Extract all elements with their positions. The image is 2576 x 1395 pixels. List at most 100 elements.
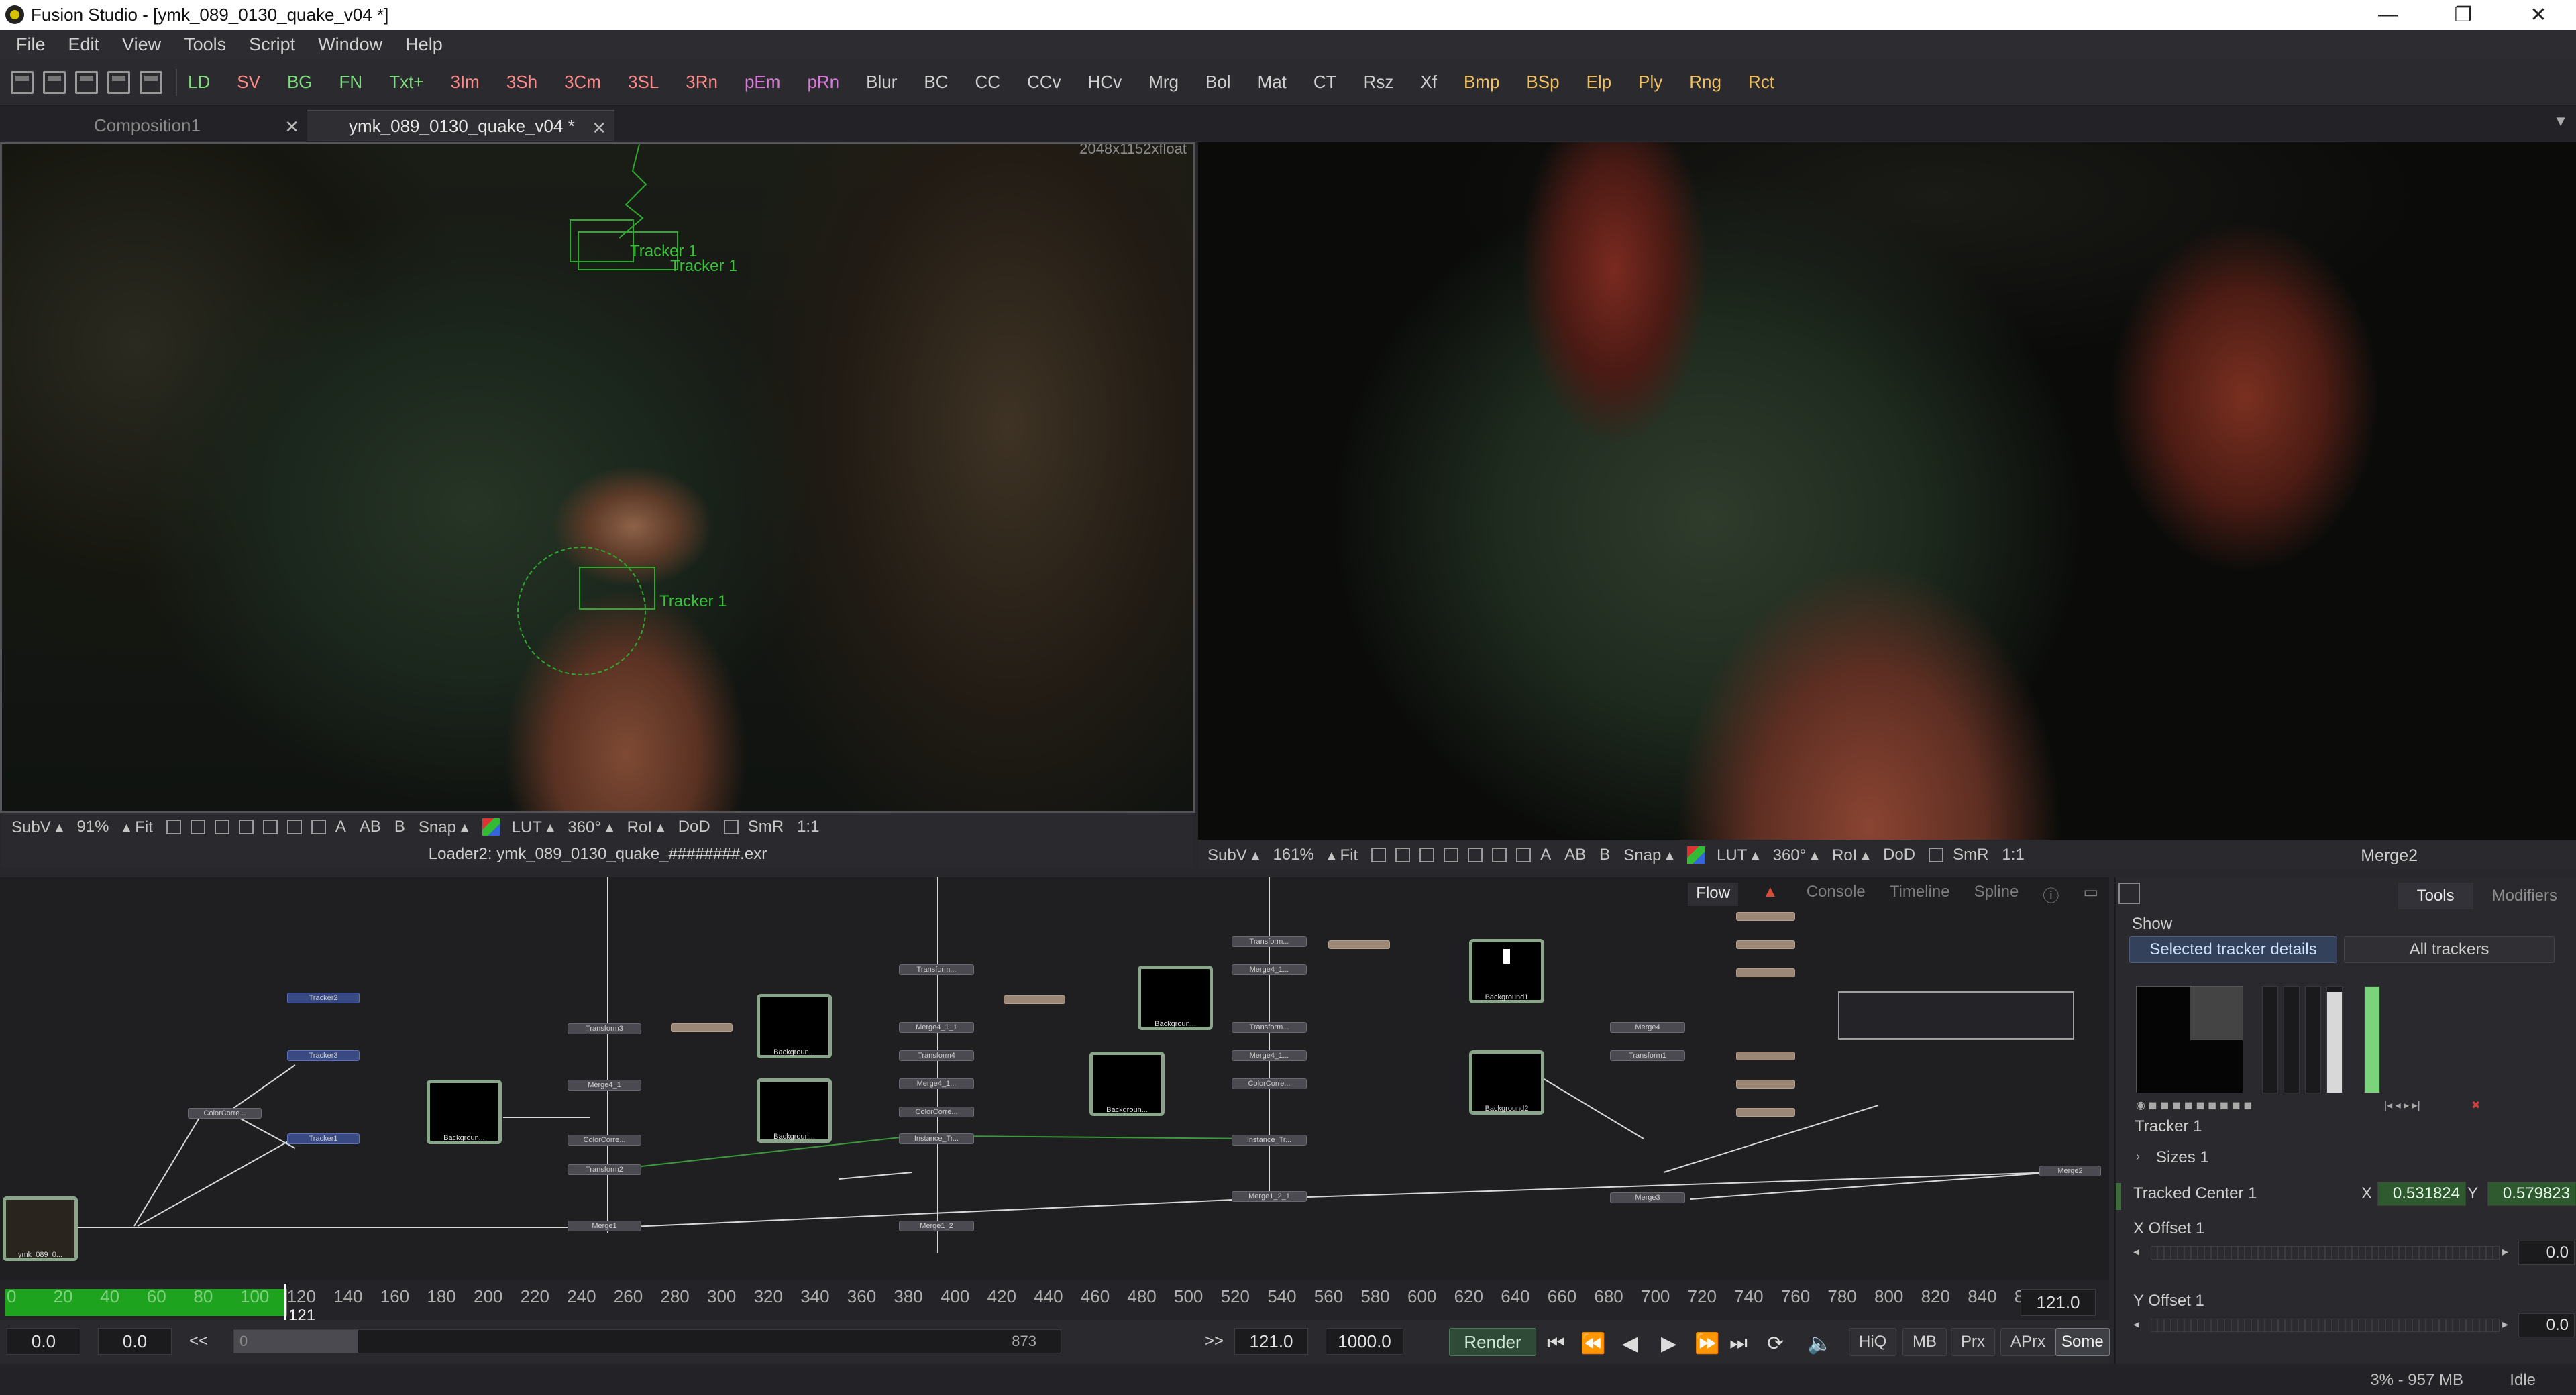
tool-button-3rn[interactable]: 3Rn: [686, 72, 718, 93]
lut-dropdown[interactable]: LUT ▴: [512, 818, 555, 837]
minimize-button[interactable]: —: [2351, 0, 2426, 30]
tab-spline[interactable]: Spline: [1974, 883, 2019, 906]
node-background-thumb[interactable]: Backgroun...: [757, 994, 832, 1058]
step-forward-icon[interactable]: ⏩: [1695, 1332, 1719, 1355]
tab-composition1[interactable]: Composition1 ✕: [0, 110, 307, 141]
tab-console[interactable]: ▲ Console: [1762, 883, 1866, 906]
tab-modifiers[interactable]: Modifiers: [2473, 883, 2576, 909]
layout-single-icon[interactable]: [11, 70, 34, 94]
go-to-end-icon[interactable]: ⏭: [1729, 1332, 1748, 1355]
node-merge4[interactable]: Merge4: [1610, 1022, 1685, 1033]
tool-button-rct[interactable]: Rct: [1748, 72, 1774, 93]
node-colorcorrector[interactable]: ColorCorre...: [188, 1108, 262, 1119]
node-merge4-1-1[interactable]: Merge4_1_1: [899, 1022, 974, 1033]
tool-button-ct[interactable]: CT: [1313, 72, 1337, 93]
node-colorcorrector[interactable]: ColorCorre...: [899, 1107, 974, 1117]
node-tracker1[interactable]: Tracker1: [287, 1133, 360, 1144]
tool-button-ld[interactable]: LD: [188, 72, 210, 93]
polyline-icon[interactable]: [166, 820, 181, 834]
y-offset-slider[interactable]: [2151, 1319, 2500, 1332]
slider-right-arrow-icon[interactable]: ▸: [2502, 1317, 2508, 1331]
bspline-icon[interactable]: [190, 820, 205, 834]
node-merge1-2-1[interactable]: Merge1_2_1: [1232, 1191, 1307, 1202]
playhead[interactable]: [284, 1284, 286, 1320]
zoom-level[interactable]: 91%: [76, 818, 109, 836]
node-instance-transform[interactable]: Instance_Tr...: [1232, 1135, 1307, 1146]
color-picker-icon[interactable]: [238, 820, 254, 834]
tracked-center-y-field[interactable]: 0.579823: [2487, 1182, 2576, 1206]
fit-button[interactable]: ▴ Fit: [122, 818, 152, 837]
ratio-button[interactable]: 1:1: [797, 818, 819, 836]
motion-blur-toggle[interactable]: MB: [1902, 1328, 1947, 1356]
play-reverse-icon[interactable]: ◀: [1622, 1332, 1638, 1355]
tool-button-sv[interactable]: SV: [237, 72, 260, 93]
sizes-label[interactable]: Sizes 1: [2156, 1148, 2209, 1167]
all-trackers-button[interactable]: All trackers: [2344, 936, 2555, 963]
render-end-field[interactable]: 121.0: [1234, 1328, 1308, 1355]
tool-button-prn[interactable]: pRn: [807, 72, 839, 93]
slider-left-arrow-icon[interactable]: ◂: [2133, 1245, 2139, 1259]
snap-dropdown[interactable]: Snap ▴: [419, 818, 469, 837]
node-merge4-1[interactable]: Merge4_1...: [899, 1078, 974, 1089]
dod-button[interactable]: DoD: [1883, 846, 1915, 864]
node-collapsed[interactable]: [1736, 912, 1795, 921]
tool-button-mat[interactable]: Mat: [1258, 72, 1287, 93]
render-button[interactable]: Render: [1449, 1328, 1536, 1356]
tracker-preview-controls[interactable]: ◉ ◼ ◼ ◼ ◼ ◼ ◼ ◼ ◼ ◼: [2136, 1099, 2253, 1112]
info-icon[interactable]: ⓘ: [2043, 883, 2059, 906]
node-transform4[interactable]: Transform4: [899, 1050, 974, 1061]
slider-right-arrow-icon[interactable]: ▸: [2502, 1245, 2508, 1259]
menu-help[interactable]: Help: [405, 34, 443, 55]
panel-collapse-icon[interactable]: [2118, 883, 2140, 904]
node-colorcorrector[interactable]: ColorCorre...: [568, 1135, 641, 1146]
buffer-b-button[interactable]: B: [1599, 846, 1610, 864]
tool-button-fn[interactable]: FN: [339, 72, 363, 93]
tool-button-pem[interactable]: pEm: [745, 72, 780, 93]
buffer-ab-button[interactable]: AB: [1564, 846, 1586, 864]
loop-icon[interactable]: ⟳: [1767, 1332, 1784, 1355]
menu-view[interactable]: View: [122, 34, 161, 55]
some-toggle[interactable]: Some: [2055, 1328, 2110, 1356]
tool-button-hcv[interactable]: HCv: [1088, 72, 1122, 93]
x-offset-slider[interactable]: [2151, 1246, 2500, 1260]
node-merge2[interactable]: Merge2: [2039, 1166, 2101, 1176]
flow-navigator-minimap[interactable]: [1838, 991, 2074, 1040]
tool-button-mrg[interactable]: Mrg: [1148, 72, 1179, 93]
node-collapsed[interactable]: [1736, 968, 1795, 977]
tab-timeline[interactable]: Timeline: [1890, 883, 1950, 906]
tool-button-txt[interactable]: Txt+: [389, 72, 423, 93]
node-collapsed[interactable]: [671, 1023, 733, 1032]
tool-button-blur[interactable]: Blur: [866, 72, 897, 93]
node-collapsed[interactable]: [1736, 940, 1795, 949]
color-picker-icon[interactable]: [1444, 848, 1459, 862]
range-scrollbar[interactable]: 0 873: [233, 1329, 1061, 1353]
range-scrollbar-thumb[interactable]: [234, 1330, 358, 1353]
slider-left-arrow-icon[interactable]: ◂: [2133, 1317, 2139, 1331]
color-channels-icon[interactable]: [482, 818, 500, 836]
step-back-icon[interactable]: ⏪: [1580, 1332, 1605, 1355]
node-merge4-1[interactable]: Merge4_1...: [1232, 964, 1307, 975]
layout-split-vertical-icon[interactable]: [43, 70, 66, 94]
time-ruler[interactable]: 0 20 40 60 80 100 120 140 160 180 200 220 240 260 280 3…: [0, 1280, 2109, 1325]
angle-dropdown[interactable]: 360° ▴: [1773, 846, 1819, 865]
buffer-a-button[interactable]: A: [1540, 846, 1551, 864]
node-transform1[interactable]: Transform1: [1610, 1050, 1685, 1061]
layout-quad-icon[interactable]: [75, 70, 98, 94]
node-merge1[interactable]: Merge1: [568, 1221, 641, 1231]
global-end-field[interactable]: 1000.0: [1326, 1328, 1403, 1355]
selected-tracker-details-button[interactable]: Selected tracker details: [2129, 936, 2337, 963]
angle-dropdown[interactable]: 360° ▴: [568, 818, 613, 837]
global-start-field[interactable]: 0.0: [7, 1328, 80, 1355]
roi-dropdown[interactable]: RoI ▴: [627, 818, 665, 837]
smr-button[interactable]: SmR: [1953, 846, 1988, 864]
node-background-thumb[interactable]: Backgroun...: [1089, 1052, 1165, 1116]
color-channels-icon[interactable]: [1687, 846, 1705, 864]
node-collapsed[interactable]: [1736, 1108, 1795, 1117]
grid-icon[interactable]: [214, 820, 229, 834]
node-collapsed[interactable]: [1736, 1080, 1795, 1089]
tracked-center-x-field[interactable]: 0.531824: [2377, 1182, 2466, 1206]
tool-button-bsp[interactable]: BSp: [1526, 72, 1559, 93]
current-time-field[interactable]: 121.0: [2021, 1289, 2096, 1316]
rectangle-icon[interactable]: [286, 820, 302, 834]
menu-window[interactable]: Window: [318, 34, 382, 55]
